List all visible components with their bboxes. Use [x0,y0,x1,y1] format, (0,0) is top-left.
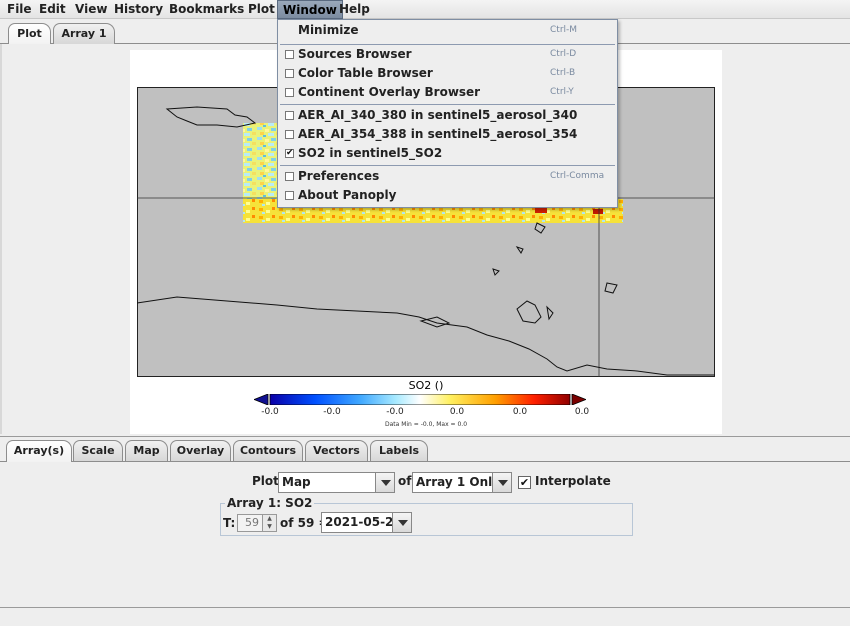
bottom-tab-strip-line [0,461,850,462]
menu-view[interactable]: View [70,0,112,19]
menu-item-label: SO2 in sentinel5_SO2 [298,146,443,160]
menu-item-color-table-browser[interactable]: Color Table Browser Ctrl-B [278,64,617,83]
tab-contours[interactable]: Contours [233,440,303,461]
menu-item-label: Preferences [298,169,380,183]
colorbar-gradient [269,394,571,405]
menu-file[interactable]: File [2,0,37,19]
plot-type-value: Map [282,475,311,489]
colorbar-tick: -0.0 [261,407,279,417]
menu-item-so2[interactable]: ✔ SO2 in sentinel5_SO2 [278,144,617,163]
colorbar-tick: -0.0 [386,407,404,417]
menu-history[interactable]: History [109,0,168,19]
menu-item-shortcut: Ctrl-Y [550,87,574,97]
chevron-down-icon[interactable] [392,513,411,532]
menu-bookmarks[interactable]: Bookmarks [164,0,249,19]
checkbox-icon [285,69,294,78]
plot-label: Plot [252,474,279,488]
menu-help[interactable]: Help [334,0,375,19]
menu-item-about-panoply[interactable]: About Panoply [278,186,617,205]
data-hotspot-2 [593,209,603,214]
checkbox-icon [285,50,294,59]
menu-plot[interactable]: Plot [243,0,280,19]
interpolate-label: Interpolate [535,474,611,488]
menu-separator [280,104,615,105]
tab-array-1[interactable]: Array 1 [53,23,115,44]
menu-item-shortcut: Ctrl-D [550,49,577,59]
spin-down-icon[interactable]: ▼ [263,523,276,531]
tab-map[interactable]: Map [125,440,168,461]
menu-item-preferences[interactable]: Preferences Ctrl-Comma [278,167,617,186]
menu-item-sources-browser[interactable]: Sources Browser Ctrl-D [278,45,617,64]
colorbar-title: SO2 () [408,379,444,392]
spin-up-icon[interactable]: ▲ [263,515,276,523]
menu-item-shortcut: Ctrl-B [550,68,576,78]
checkbox-icon [285,191,294,200]
interpolate-checkbox[interactable]: ✔ [518,476,531,489]
menu-window[interactable]: Window [277,0,343,19]
colorbar-tick: 0.0 [449,407,465,417]
colorbar-tick: 0.0 [574,407,590,417]
colorbar-over-arrow [571,394,586,405]
t-index-field[interactable]: 59 [237,514,263,532]
date-value: 2021-05-29 [325,515,402,529]
left-edge [0,44,2,434]
checked-checkbox-icon: ✔ [285,148,294,158]
date-select[interactable]: 2021-05-29 [321,512,412,533]
menu-item-label: Sources Browser [298,47,412,61]
array-group-title: Array 1: SO2 [225,496,315,510]
menu-separator [280,165,615,166]
checkbox-icon [285,130,294,139]
menu-item-minimize[interactable]: Minimize Ctrl-M [278,21,617,40]
colorbar-tick: -0.0 [323,407,341,417]
checkbox-icon [285,88,294,97]
menu-item-shortcut: Ctrl-Comma [550,171,605,181]
menu-item-label: Continent Overlay Browser [298,85,481,99]
plot-type-select[interactable]: Map [278,472,395,493]
menu-item-shortcut: Ctrl-M [550,25,578,35]
tab-labels[interactable]: Labels [370,440,428,461]
array-choice-value: Array 1 Only [416,475,501,489]
chevron-down-icon[interactable] [492,473,511,492]
menu-bar: File Edit View History Bookmarks Plot Wi… [0,0,850,19]
tab-vectors[interactable]: Vectors [305,440,368,461]
colorbar-data-range-note: Data Min = -0.0, Max = 0.0 [384,421,468,428]
tab-overlay[interactable]: Overlay [170,440,231,461]
menu-item-label: Minimize [298,23,359,37]
tab-plot[interactable]: Plot [8,23,51,44]
colorbar [254,394,586,405]
menu-item-aer-ai-354[interactable]: AER_AI_354_388 in sentinel5_aerosol_354 [278,125,617,144]
menu-item-label: Color Table Browser [298,66,433,80]
menu-item-label: AER_AI_340_380 in sentinel5_aerosol_340 [298,108,578,122]
panel-divider [0,436,850,437]
tab-scale[interactable]: Scale [73,440,123,461]
colorbar-under-arrow [254,394,269,405]
array-choice-select[interactable]: Array 1 Only [412,472,512,493]
menu-item-continent-overlay-browser[interactable]: Continent Overlay Browser Ctrl-Y [278,83,617,102]
tab-arrays[interactable]: Array(s) [6,440,72,462]
t-label: T: [223,516,236,530]
checkbox-icon [285,111,294,120]
menu-item-label: About Panoply [298,188,397,202]
menu-edit[interactable]: Edit [34,0,71,19]
of-label: of [398,474,412,488]
t-index-spinner[interactable]: ▲ ▼ [262,514,277,532]
chevron-down-icon[interactable] [375,473,394,492]
checkbox-icon [285,172,294,181]
colorbar-tick: 0.0 [512,407,528,417]
status-divider [0,607,850,608]
window-menu-dropdown: Minimize Ctrl-M Sources Browser Ctrl-D C… [277,19,618,208]
menu-item-aer-ai-340[interactable]: AER_AI_340_380 in sentinel5_aerosol_340 [278,106,617,125]
menu-item-label: AER_AI_354_388 in sentinel5_aerosol_354 [298,127,578,141]
